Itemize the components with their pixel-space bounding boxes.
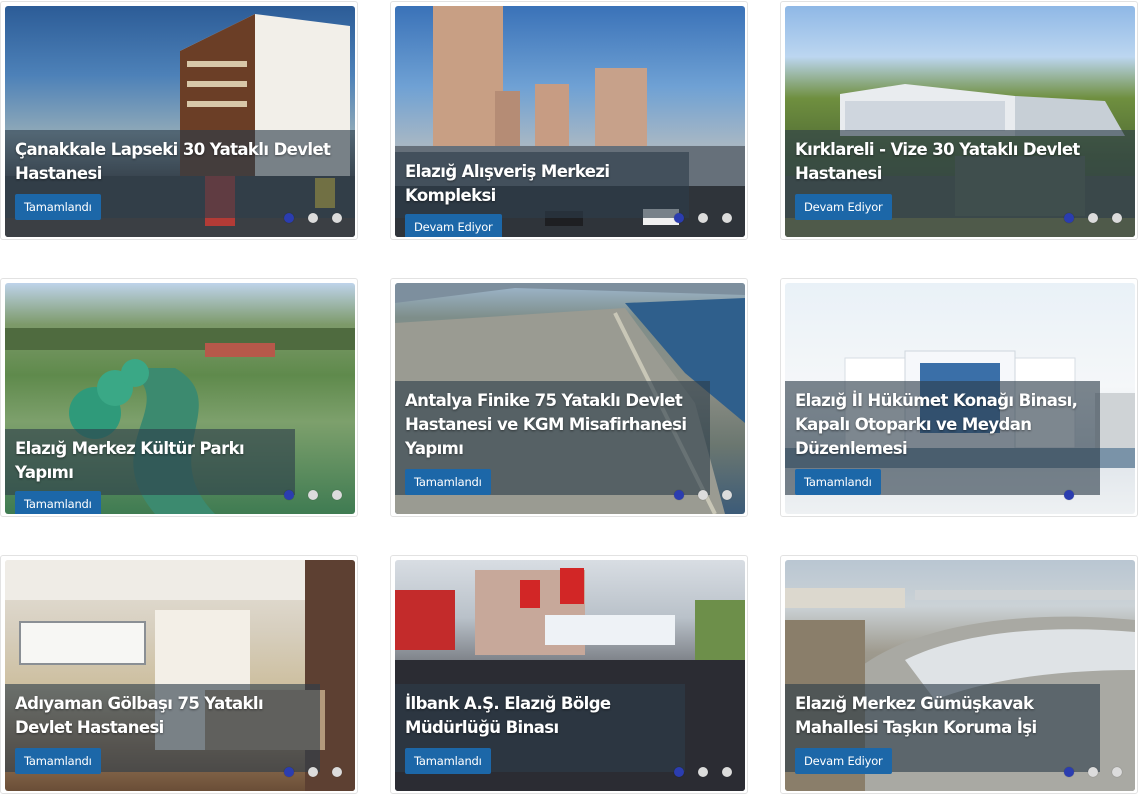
carousel-dot[interactable] xyxy=(1088,213,1098,223)
carousel-dot[interactable] xyxy=(1064,213,1074,223)
carousel-dot[interactable] xyxy=(1088,767,1098,777)
status-badge: Devam Ediyor xyxy=(795,748,892,774)
project-photo[interactable]: Elazığ Merkez Gümüşkavak Mahallesi Taşkı… xyxy=(785,560,1135,791)
carousel-dot[interactable] xyxy=(1112,767,1122,777)
project-card[interactable]: Elazığ Merkez Kültür Parkı Yapımı Tamaml… xyxy=(0,278,358,517)
project-title[interactable]: Adıyaman Gölbaşı 75 Yataklı Devlet Hasta… xyxy=(15,692,310,740)
project-title[interactable]: Çanakkale Lapseki 30 Yataklı Devlet Hast… xyxy=(15,138,345,186)
project-photo[interactable]: Antalya Finike 75 Yataklı Devlet Hastane… xyxy=(395,283,745,514)
carousel-dot[interactable] xyxy=(674,767,684,777)
carousel-dot[interactable] xyxy=(722,490,732,500)
project-grid: Çanakkale Lapseki 30 Yataklı Devlet Hast… xyxy=(0,0,1139,795)
project-title[interactable]: Elazığ Alışveriş Merkezi Kompleksi xyxy=(405,160,679,208)
carousel-dot[interactable] xyxy=(674,213,684,223)
project-card[interactable]: Adıyaman Gölbaşı 75 Yataklı Devlet Hasta… xyxy=(0,555,358,794)
status-badge: Tamamlandı xyxy=(15,748,101,774)
carousel-dot[interactable] xyxy=(284,767,294,777)
carousel-dot[interactable] xyxy=(698,767,708,777)
project-photo[interactable]: İlbank A.Ş. Elazığ Bölge Müdürlüğü Binas… xyxy=(395,560,745,791)
project-photo[interactable]: Elazığ Alışveriş Merkezi Kompleksi Devam… xyxy=(395,6,745,237)
project-caption: İlbank A.Ş. Elazığ Bölge Müdürlüğü Binas… xyxy=(395,684,685,774)
carousel-dot[interactable] xyxy=(332,213,342,223)
status-badge: Devam Ediyor xyxy=(795,194,892,220)
project-photo[interactable]: Elazığ Merkez Kültür Parkı Yapımı Tamaml… xyxy=(5,283,355,514)
project-caption: Elazığ İl Hükümet Konağı Binası, Kapalı … xyxy=(785,381,1100,495)
carousel-dots xyxy=(284,767,342,777)
carousel-dots xyxy=(1064,767,1122,777)
status-badge: Tamamlandı xyxy=(405,748,491,774)
carousel-dot[interactable] xyxy=(284,213,294,223)
carousel-dots xyxy=(674,490,732,500)
project-card[interactable]: Çanakkale Lapseki 30 Yataklı Devlet Hast… xyxy=(0,1,358,240)
project-title[interactable]: İlbank A.Ş. Elazığ Bölge Müdürlüğü Binas… xyxy=(405,692,675,740)
project-photo[interactable]: Kırklareli - Vize 30 Yataklı Devlet Hast… xyxy=(785,6,1135,237)
project-card[interactable]: Antalya Finike 75 Yataklı Devlet Hastane… xyxy=(390,278,748,517)
carousel-dot[interactable] xyxy=(308,213,318,223)
carousel-dot[interactable] xyxy=(284,490,294,500)
carousel-dots xyxy=(674,767,732,777)
carousel-dot[interactable] xyxy=(698,490,708,500)
carousel-dot[interactable] xyxy=(1064,490,1074,500)
project-caption: Çanakkale Lapseki 30 Yataklı Devlet Hast… xyxy=(5,130,355,220)
carousel-dot[interactable] xyxy=(1064,767,1074,777)
project-caption: Antalya Finike 75 Yataklı Devlet Hastane… xyxy=(395,381,710,495)
project-card[interactable]: Kırklareli - Vize 30 Yataklı Devlet Hast… xyxy=(780,1,1138,240)
status-badge: Devam Ediyor xyxy=(405,214,502,237)
carousel-dots xyxy=(1064,490,1122,500)
project-title[interactable]: Antalya Finike 75 Yataklı Devlet Hastane… xyxy=(405,389,700,461)
project-caption: Elazığ Merkez Gümüşkavak Mahallesi Taşkı… xyxy=(785,684,1100,774)
status-badge: Tamamlandı xyxy=(15,194,101,220)
project-card[interactable]: Elazığ Alışveriş Merkezi Kompleksi Devam… xyxy=(390,1,748,240)
project-caption: Elazığ Alışveriş Merkezi Kompleksi Devam… xyxy=(395,152,689,237)
carousel-dots xyxy=(1064,213,1122,223)
project-title[interactable]: Kırklareli - Vize 30 Yataklı Devlet Hast… xyxy=(795,138,1125,186)
carousel-dot[interactable] xyxy=(1112,213,1122,223)
project-card[interactable]: İlbank A.Ş. Elazığ Bölge Müdürlüğü Binas… xyxy=(390,555,748,794)
project-title[interactable]: Elazığ Merkez Gümüşkavak Mahallesi Taşkı… xyxy=(795,692,1090,740)
project-photo[interactable]: Adıyaman Gölbaşı 75 Yataklı Devlet Hasta… xyxy=(5,560,355,791)
project-caption: Kırklareli - Vize 30 Yataklı Devlet Hast… xyxy=(785,130,1135,220)
project-caption: Elazığ Merkez Kültür Parkı Yapımı Tamaml… xyxy=(5,429,295,514)
project-card[interactable]: Elazığ Merkez Gümüşkavak Mahallesi Taşkı… xyxy=(780,555,1138,794)
status-badge: Tamamlandı xyxy=(405,469,491,495)
carousel-dot[interactable] xyxy=(722,213,732,223)
carousel-dots xyxy=(674,213,732,223)
project-photo[interactable]: Elazığ İl Hükümet Konağı Binası, Kapalı … xyxy=(785,283,1135,514)
carousel-dot[interactable] xyxy=(308,767,318,777)
project-title[interactable]: Elazığ İl Hükümet Konağı Binası, Kapalı … xyxy=(795,389,1090,461)
carousel-dot[interactable] xyxy=(332,490,342,500)
status-badge: Tamamlandı xyxy=(795,469,881,495)
carousel-dots xyxy=(284,490,342,500)
project-title[interactable]: Elazığ Merkez Kültür Parkı Yapımı xyxy=(15,437,285,485)
project-card[interactable]: Elazığ İl Hükümet Konağı Binası, Kapalı … xyxy=(780,278,1138,517)
carousel-dot[interactable] xyxy=(698,213,708,223)
status-badge: Tamamlandı xyxy=(15,491,101,514)
carousel-dot[interactable] xyxy=(332,767,342,777)
carousel-dots xyxy=(284,213,342,223)
project-caption: Adıyaman Gölbaşı 75 Yataklı Devlet Hasta… xyxy=(5,684,320,774)
carousel-dot[interactable] xyxy=(722,767,732,777)
carousel-dot[interactable] xyxy=(308,490,318,500)
project-photo[interactable]: Çanakkale Lapseki 30 Yataklı Devlet Hast… xyxy=(5,6,355,237)
carousel-dot[interactable] xyxy=(674,490,684,500)
